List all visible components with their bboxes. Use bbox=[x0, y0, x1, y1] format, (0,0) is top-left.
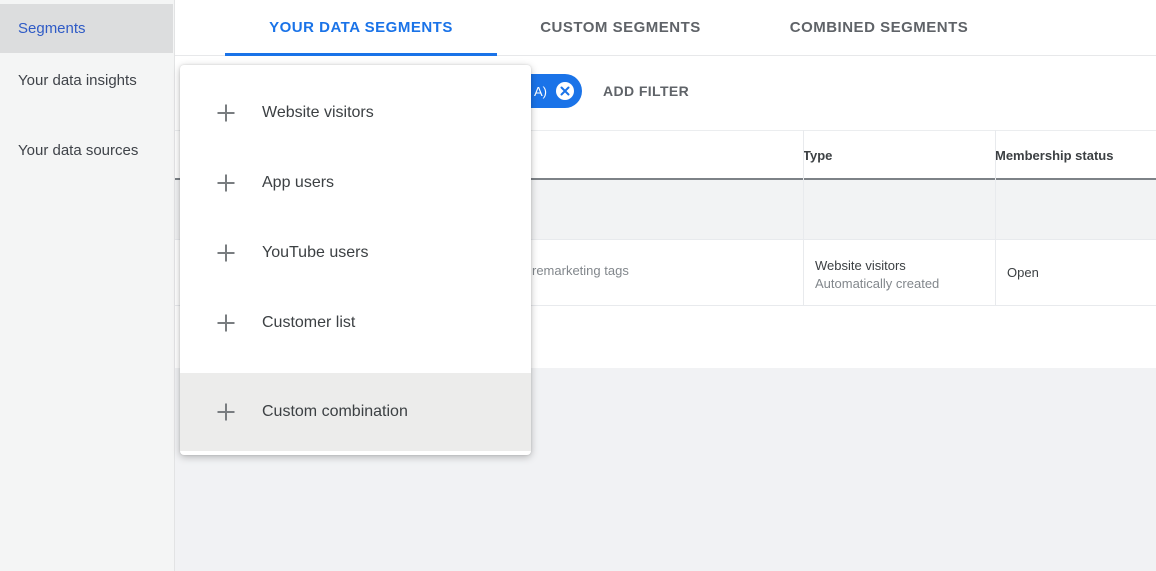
menu-item-app-users[interactable]: App users bbox=[180, 148, 531, 218]
column-divider bbox=[803, 130, 804, 306]
sidebar: Segments Your data insights Your data so… bbox=[0, 0, 175, 571]
menu-item-label: Custom combination bbox=[262, 403, 408, 420]
plus-icon bbox=[217, 403, 235, 421]
sidebar-item-segments[interactable]: Segments bbox=[0, 4, 173, 53]
filter-chip-close-icon[interactable] bbox=[556, 82, 574, 100]
sidebar-item-your-data-insights[interactable]: Your data insights bbox=[0, 71, 140, 91]
segment-type-cell: Website visitors Automatically created bbox=[803, 257, 995, 293]
tab-label: CUSTOM SEGMENTS bbox=[540, 19, 701, 36]
tab-combined-segments[interactable]: COMBINED SEGMENTS bbox=[744, 0, 1014, 55]
segments-page: Segments Your data insights Your data so… bbox=[0, 0, 1156, 571]
plus-icon bbox=[217, 104, 235, 122]
filter-chip-text: A) bbox=[534, 83, 547, 99]
menu-item-youtube-users[interactable]: YouTube users bbox=[180, 218, 531, 288]
plus-icon bbox=[217, 244, 235, 262]
menu-item-label: YouTube users bbox=[262, 244, 369, 261]
sidebar-item-label: Your data insights bbox=[18, 72, 137, 89]
menu-item-label: Website visitors bbox=[262, 104, 374, 121]
tab-label: COMBINED SEGMENTS bbox=[789, 19, 969, 36]
add-filter-button[interactable]: ADD FILTER bbox=[603, 74, 689, 108]
membership-status-cell: Open bbox=[995, 265, 1156, 280]
segments-tab-bar: YOUR DATA SEGMENTS CUSTOM SEGMENTS COMBI… bbox=[175, 0, 1156, 56]
segment-name-description-fragment: remarketing tags bbox=[532, 263, 629, 278]
new-segment-dropdown-menu: Website visitors App users YouTube users… bbox=[180, 65, 531, 455]
add-filter-label: ADD FILTER bbox=[603, 83, 690, 99]
sidebar-item-label: Segments bbox=[18, 20, 86, 37]
column-header-type[interactable]: Type bbox=[803, 131, 995, 179]
tab-label: YOUR DATA SEGMENTS bbox=[269, 19, 453, 36]
plus-icon bbox=[217, 174, 235, 192]
membership-status-value: Open bbox=[1007, 265, 1039, 280]
tab-custom-segments[interactable]: CUSTOM SEGMENTS bbox=[497, 0, 744, 55]
tab-your-data-segments[interactable]: YOUR DATA SEGMENTS bbox=[225, 0, 497, 56]
menu-item-customer-list[interactable]: Customer list bbox=[180, 288, 531, 358]
menu-item-label: App users bbox=[262, 174, 335, 191]
menu-item-label: Customer list bbox=[262, 314, 356, 331]
menu-item-custom-combination[interactable]: Custom combination bbox=[180, 373, 531, 451]
column-divider bbox=[995, 130, 996, 306]
column-header-label: Type bbox=[803, 147, 833, 163]
column-header-label: Membership status bbox=[995, 147, 1114, 163]
segment-type-subtext: Automatically created bbox=[815, 276, 940, 291]
segment-type: Website visitors bbox=[815, 258, 906, 273]
sidebar-item-label: Your data sources bbox=[18, 142, 139, 159]
column-header-membership-status[interactable]: Membership status bbox=[995, 131, 1156, 179]
plus-icon bbox=[217, 314, 235, 332]
menu-item-website-visitors[interactable]: Website visitors bbox=[180, 78, 531, 148]
sidebar-item-your-data-sources[interactable]: Your data sources bbox=[0, 141, 140, 161]
